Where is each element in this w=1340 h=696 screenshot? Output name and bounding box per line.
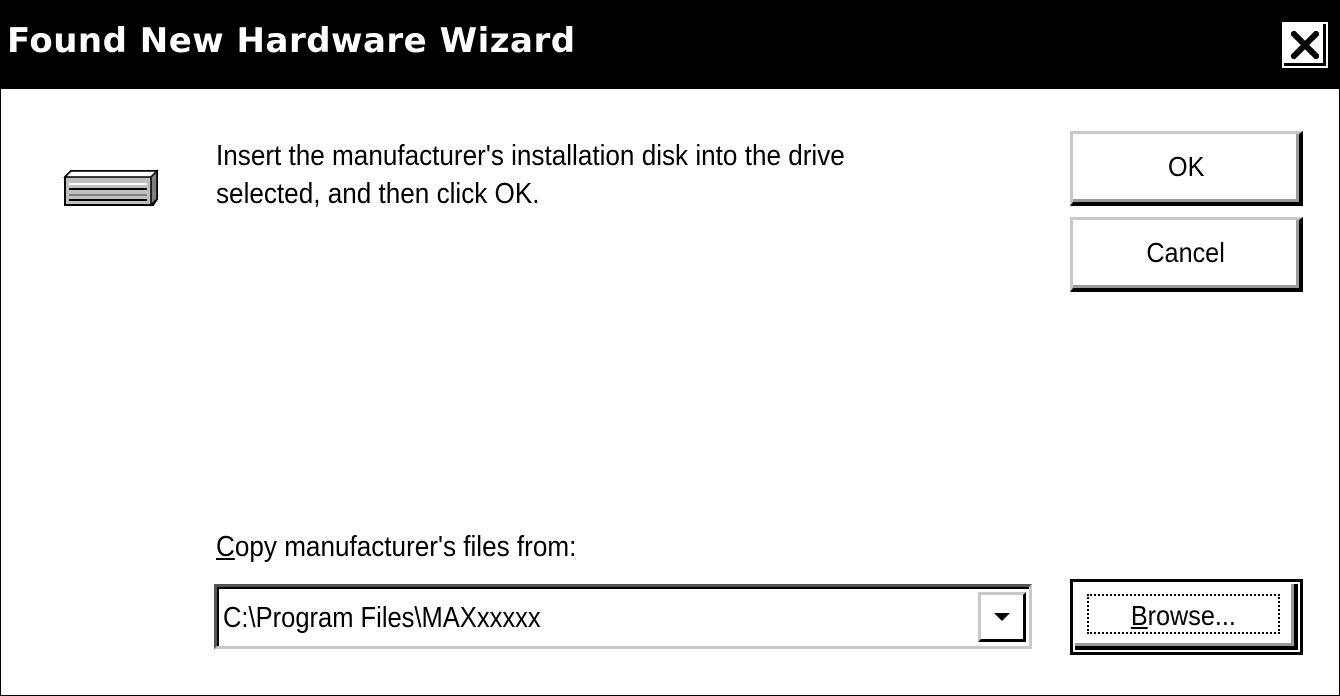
cancel-button-label: Cancel — [1146, 237, 1226, 268]
chevron-down-icon — [994, 613, 1010, 621]
copy-from-path-value[interactable]: C:\Program Files\MAXxxxxx — [223, 599, 541, 637]
copy-from-accelerator: C — [216, 531, 235, 563]
browse-button[interactable]: Browse... — [1070, 579, 1303, 655]
dropdown-button[interactable] — [978, 592, 1026, 642]
instruction-line-1: Insert the manufacturer's installation d… — [216, 140, 845, 172]
found-new-hardware-dialog: Found New Hardware Wizard Insert the man… — [0, 0, 1340, 696]
instruction-message: Insert the manufacturer's installation d… — [216, 137, 954, 213]
ok-button-label: OK — [1167, 151, 1205, 182]
window-title: Found New Hardware Wizard — [7, 21, 576, 61]
close-button[interactable] — [1282, 22, 1328, 68]
copy-from-label: Copy manufacturer's files from: — [216, 528, 576, 566]
copy-from-combobox[interactable]: C:\Program Files\MAXxxxxx — [214, 584, 1032, 649]
copy-from-label-rest: opy manufacturer's files from: — [234, 531, 577, 563]
close-icon — [1291, 31, 1319, 59]
ok-button[interactable]: OK — [1070, 131, 1303, 206]
cancel-button[interactable]: Cancel — [1070, 217, 1303, 292]
browse-button-label: Browse... — [1087, 594, 1280, 634]
instruction-line-2: selected, and then click OK. — [216, 178, 540, 210]
disk-drive-icon — [63, 169, 159, 207]
title-bar[interactable]: Found New Hardware Wizard — [1, 1, 1339, 89]
